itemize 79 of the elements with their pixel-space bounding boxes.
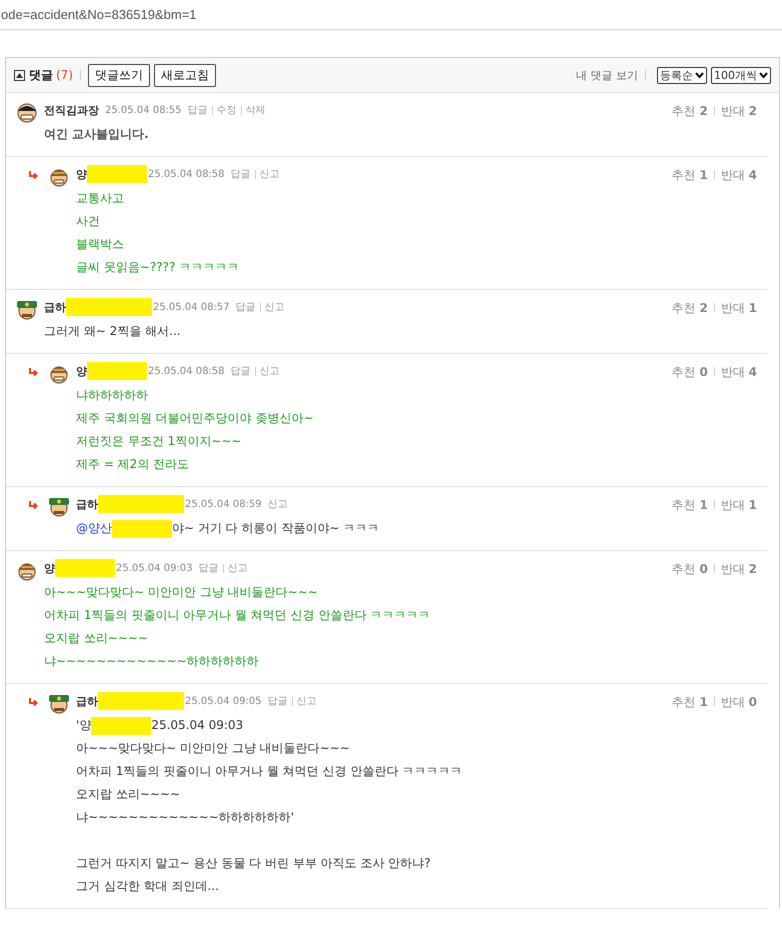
comment-text: 어차피 1찍들의 핏줄이니 아무거나 뭘 쳐먹던 신경 안쓸란다 ㅋㅋㅋㅋㅋ: [44, 608, 430, 622]
upvote-count[interactable]: 추천 2: [672, 103, 708, 120]
comment-text: 오지랍 쏘리~~~~: [44, 631, 148, 645]
redaction-mark: [112, 520, 172, 538]
comment-text: 그러게 왜~ 2찍을 해서...: [44, 324, 181, 338]
comment-text: 냐하하하하하: [76, 388, 148, 402]
comment-text: 블랙박스: [76, 237, 124, 251]
comment-action-link[interactable]: 답글: [268, 694, 288, 708]
comment-text: 야~ 거기 다 히롱이 작품이야~ ㅋㅋㅋ: [172, 521, 380, 535]
comment-text: 25.05.04 09:03: [151, 718, 244, 732]
mention-link[interactable]: @양산: [76, 521, 112, 535]
comment-action-link[interactable]: 신고: [296, 694, 317, 708]
address-text: ode=accident&No=836519&bm=1: [1, 7, 197, 22]
comment-text: 냐~~~~~~~~~~~~~하하하하하하: [44, 654, 259, 668]
author-name[interactable]: 양: [76, 364, 87, 378]
comment-text: 여긴 교사블입니다.: [44, 127, 149, 141]
comments-title: 댓글: [29, 66, 53, 84]
comment-text: 오지랍 쏘리~~~~: [76, 787, 180, 801]
comment-time: 25.05.04 08:58: [148, 366, 225, 376]
comment-text: 교통사고: [76, 191, 124, 205]
upvote-count[interactable]: 추천 1: [672, 497, 708, 514]
comment-action-link[interactable]: 답글: [230, 364, 251, 378]
comment-time: 25.05.04 08:58: [148, 168, 225, 180]
downvote-count[interactable]: 반대 1: [720, 497, 757, 514]
comment-text: 사건: [76, 214, 100, 228]
upvote-count[interactable]: 추천 1: [672, 694, 708, 711]
author-name[interactable]: 급하: [76, 496, 98, 512]
my-comments-link[interactable]: 내 댓글 보기: [576, 68, 638, 82]
comment-time: 25.05.04 09:03: [116, 562, 193, 574]
downvote-count[interactable]: 반대 1: [720, 300, 757, 317]
comment-text: 그런거 따지지 말고~ 용산 동물 다 버린 부부 아직도 조사 안하냐?: [76, 856, 431, 870]
comment-action-link[interactable]: 신고: [268, 497, 288, 511]
downvote-count[interactable]: 반대 0: [720, 694, 757, 711]
comment-count: (7): [56, 68, 73, 82]
comment-time: 25.05.04 09:05: [185, 696, 262, 706]
comment-action-link[interactable]: 신고: [260, 364, 280, 378]
comment-action-link[interactable]: 삭제: [246, 103, 266, 117]
comment-time: 25.05.04 08:57: [153, 302, 230, 312]
sort-select[interactable]: 등록순: [657, 66, 707, 84]
comment-action-link[interactable]: 답글: [230, 167, 251, 181]
downvote-count[interactable]: 반대 4: [720, 364, 757, 381]
comment-time: 25.05.04 08:59: [185, 498, 262, 510]
author-name[interactable]: 급하: [76, 694, 98, 708]
collapse-icon[interactable]: [14, 70, 25, 80]
author-name[interactable]: 전직김과장: [44, 102, 99, 118]
downvote-count[interactable]: 반대 2: [720, 561, 757, 578]
upvote-count[interactable]: 추천 0: [672, 561, 708, 578]
comment-text: '양: [76, 718, 92, 732]
comment-action-link[interactable]: 신고: [228, 561, 248, 575]
comment-text: 제주 국회의원 더불어민주당이야 좆병신아~: [76, 411, 314, 425]
header-button[interactable]: 새로고침: [154, 64, 216, 86]
upvote-count[interactable]: 추천 2: [672, 300, 708, 317]
author-name[interactable]: 양: [44, 560, 55, 576]
comment-action-link[interactable]: 수정: [216, 103, 237, 117]
page-size-select[interactable]: 100개씩: [711, 66, 771, 84]
comment-text: 냐~~~~~~~~~~~~~하하하하하하': [76, 810, 294, 824]
comment-action-link[interactable]: 신고: [260, 167, 280, 181]
comment-text: 제주 = 제2의 전라도: [76, 457, 190, 471]
comment-text: 글씨 못읽음~???? ㅋㅋㅋㅋㅋ: [76, 260, 240, 274]
upvote-count[interactable]: 추천 1: [672, 167, 708, 184]
redaction-mark: [91, 716, 152, 735]
header-button[interactable]: 댓글쓰기: [88, 64, 150, 86]
comment-action-link[interactable]: 답글: [188, 103, 208, 117]
downvote-count[interactable]: 반대 2: [720, 103, 757, 120]
comment-action-link[interactable]: 신고: [264, 300, 285, 314]
comment-text: 아~~~맞다맞다~ 미안미안 그냥 내비둘란다~~~: [76, 741, 350, 755]
caret-icon: [759, 72, 768, 78]
downvote-count[interactable]: 반대 4: [720, 167, 757, 184]
comment-time: 25.05.04 08:55: [105, 104, 182, 116]
comment-text: 그거 심각한 학대 죄인데...: [76, 879, 219, 893]
comment-text: 어차피 1찍들의 핏줄이니 아무거나 뭘 쳐먹던 신경 안쓸란다 ㅋㅋㅋㅋㅋ: [76, 764, 462, 778]
comment-action-link[interactable]: 답글: [236, 300, 256, 314]
author-name[interactable]: 급하: [44, 300, 66, 314]
upvote-count[interactable]: 추천 0: [672, 364, 708, 381]
comment-text: 저런짓은 무조건 1찍이지~~~: [76, 434, 242, 448]
author-name[interactable]: 양: [76, 166, 87, 182]
caret-icon: [695, 72, 704, 78]
comment-action-link[interactable]: 답글: [198, 561, 219, 575]
comment-text: 아~~~맞다맞다~ 미안미안 그냥 내비둘란다~~~: [44, 585, 318, 599]
